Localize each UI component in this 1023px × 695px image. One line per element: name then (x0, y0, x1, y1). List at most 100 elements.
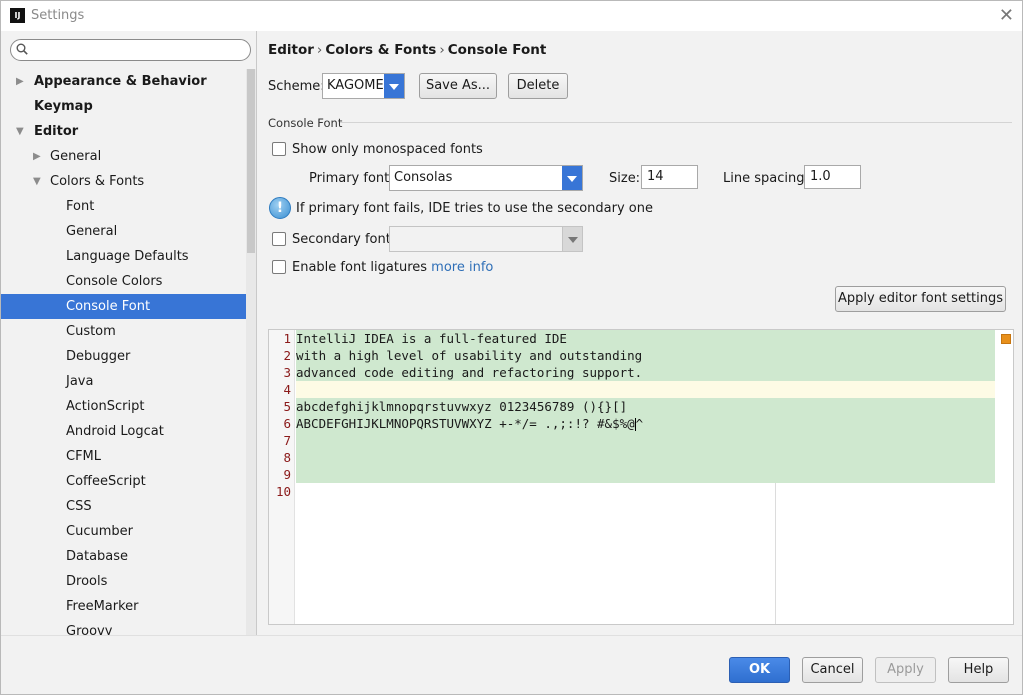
fallback-info-text: If primary font fails, IDE tries to use … (296, 201, 653, 216)
tree-item-label: CoffeeScript (66, 474, 146, 489)
secondary-font-dropdown[interactable] (389, 226, 583, 252)
tree-item-appearance-behavior[interactable]: ▶ Appearance & Behavior (1, 69, 256, 94)
monospaced-checkbox[interactable] (272, 142, 286, 156)
apply-editor-font-button[interactable]: Apply editor font settings (835, 286, 1006, 312)
tree-item-label: Java (66, 374, 94, 389)
tree-item-css[interactable]: CSS (1, 494, 256, 519)
tree-item-label: Console Colors (66, 274, 163, 289)
console-font-section-title: Console Font (268, 116, 343, 130)
tree-item-label: ActionScript (66, 399, 145, 414)
tree-item-groovy[interactable]: Groovy (1, 619, 256, 635)
intellij-logo-icon: IJ (10, 8, 25, 23)
tree-item-label: Database (66, 549, 129, 564)
save-as-button[interactable]: Save As... (419, 73, 497, 99)
tree-item-label: Custom (66, 324, 116, 339)
apply-button[interactable]: Apply (875, 657, 936, 683)
tree-item-coffeescript[interactable]: CoffeeScript (1, 469, 256, 494)
expand-arrow-icon[interactable]: ▶ (16, 69, 24, 94)
tree-item-android-logcat[interactable]: Android Logcat (1, 419, 256, 444)
tree-item-freemarker[interactable]: FreeMarker (1, 594, 256, 619)
sidebar-scrollbar[interactable] (246, 69, 256, 635)
line-number: 4 (283, 382, 291, 397)
code-line: with a high level of usability and outst… (296, 347, 995, 364)
tree-item-colors-general[interactable]: General (1, 219, 256, 244)
tree-item-label: Cucumber (66, 524, 133, 539)
scrollbar-thumb[interactable] (247, 69, 255, 253)
line-number-gutter: 1 2 3 4 5 6 7 8 9 10 (269, 330, 295, 624)
tree-item-keymap[interactable]: Keymap (1, 94, 256, 119)
tree-item-editor[interactable]: ▼ Editor (1, 119, 256, 144)
ligatures-checkbox[interactable] (272, 260, 286, 274)
tree-item-console-font[interactable]: Console Font (1, 294, 256, 319)
primary-font-label: Primary font: (309, 171, 394, 186)
tree-item-actionscript[interactable]: ActionScript (1, 394, 256, 419)
line-number: 7 (283, 433, 291, 448)
code-line-text: ABCDEFGHIJKLMNOPQRSTUVWXYZ +-*/= .,;:!? … (296, 416, 635, 431)
tree-item-debugger[interactable]: Debugger (1, 344, 256, 369)
tree-item-cucumber[interactable]: Cucumber (1, 519, 256, 544)
line-spacing-label: Line spacing: (723, 171, 809, 186)
line-number: 5 (283, 399, 291, 414)
tree-item-label: Font (66, 199, 95, 214)
help-button[interactable]: Help (948, 657, 1009, 683)
tree-item-colors-fonts[interactable]: ▼ Colors & Fonts (1, 169, 256, 194)
tree-item-label: Console Font (66, 299, 151, 314)
tree-item-label: Android Logcat (66, 424, 164, 439)
cancel-button[interactable]: Cancel (802, 657, 863, 683)
tree-item-label: Colors & Fonts (50, 174, 145, 189)
size-label: Size: (609, 171, 641, 186)
tree-item-label: Groovy (66, 624, 113, 635)
tree-item-label: Appearance & Behavior (34, 74, 207, 89)
line-spacing-field[interactable]: 1.0 (804, 165, 861, 189)
chevron-down-icon[interactable] (562, 166, 582, 190)
collapse-arrow-icon[interactable]: ▼ (16, 119, 24, 144)
error-stripe-marker-icon[interactable] (1001, 334, 1011, 344)
tree-item-editor-general[interactable]: ▶ General (1, 144, 256, 169)
code-line-current (296, 381, 995, 398)
font-preview-editor[interactable]: 1 2 3 4 5 6 7 8 9 10 IntelliJ IDEA is a … (268, 329, 1014, 625)
scheme-value: KAGOME (327, 78, 384, 93)
tree-item-font[interactable]: Font (1, 194, 256, 219)
line-number: 2 (283, 348, 291, 363)
tree-item-label: CSS (66, 499, 92, 514)
tree-item-label: CFML (66, 449, 102, 464)
tree-item-label: Drools (66, 574, 108, 589)
secondary-font-checkbox[interactable] (272, 232, 286, 246)
settings-sidebar: ▶ Appearance & Behavior Keymap ▼ Editor … (1, 31, 257, 635)
tree-item-custom[interactable]: Custom (1, 319, 256, 344)
settings-search[interactable] (10, 39, 251, 61)
breadcrumb-item: Colors & Fonts (325, 42, 437, 58)
tree-item-label: Editor (34, 124, 79, 139)
settings-content: Editor › Colors & Fonts › Console Font Schem… (258, 31, 1022, 635)
tree-item-label: Debugger (66, 349, 131, 364)
section-divider (340, 122, 1012, 123)
chevron-down-icon[interactable] (384, 74, 404, 98)
code-line (296, 449, 995, 466)
scheme-dropdown[interactable]: KAGOME (322, 73, 405, 99)
delete-button[interactable]: Delete (508, 73, 568, 99)
tree-item-drools[interactable]: Drools (1, 569, 256, 594)
tree-item-database[interactable]: Database (1, 544, 256, 569)
size-field[interactable]: 14 (641, 165, 698, 189)
primary-font-dropdown[interactable]: Consolas (389, 165, 583, 191)
ok-button[interactable]: OK (729, 657, 790, 683)
window-title: Settings (31, 8, 85, 23)
close-icon[interactable]: ✕ (999, 5, 1014, 26)
breadcrumb-separator: › (439, 42, 445, 58)
tree-item-java[interactable]: Java (1, 369, 256, 394)
breadcrumb-item: Console Font (447, 42, 547, 58)
breadcrumb-separator: › (316, 42, 323, 58)
info-icon: ! (269, 197, 291, 219)
tree-item-language-defaults[interactable]: Language Defaults (1, 244, 256, 269)
chevron-down-icon[interactable] (562, 227, 582, 251)
ligatures-label: Enable font ligatures more info (292, 260, 493, 275)
line-number: 9 (283, 467, 291, 482)
breadcrumb-item: Editor (268, 42, 314, 58)
expand-arrow-icon[interactable]: ▶ (33, 144, 41, 169)
tree-item-cfml[interactable]: CFML (1, 444, 256, 469)
search-input[interactable] (33, 42, 243, 58)
search-icon (16, 43, 28, 55)
collapse-arrow-icon[interactable]: ▼ (33, 169, 41, 194)
more-info-link[interactable]: more info (431, 260, 493, 275)
tree-item-console-colors[interactable]: Console Colors (1, 269, 256, 294)
